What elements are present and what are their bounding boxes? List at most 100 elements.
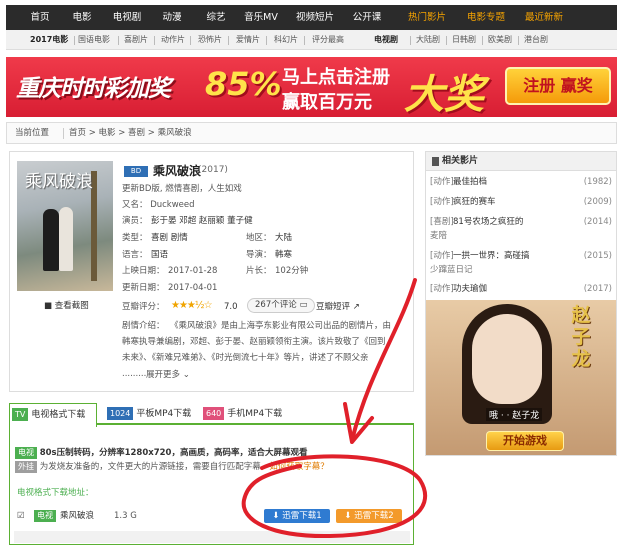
nav-item-home[interactable]: 首页 [18, 5, 62, 30]
length-label: 片长： [246, 266, 272, 276]
banner-line2: 马上点击注册 [282, 67, 390, 88]
nav-item-recent[interactable]: 最近新新 [518, 5, 570, 30]
subnav-mandarin[interactable]: 国语电影 [78, 30, 110, 50]
subnav-tv[interactable]: 电视剧 [374, 30, 398, 50]
nav-item-tv[interactable]: 电视剧 [105, 5, 149, 30]
actors-label: 演员： [122, 216, 148, 226]
rating-stars-icon: ★★★½☆ [171, 300, 213, 311]
camera-icon: ■ [44, 301, 53, 311]
next-download-row [14, 531, 410, 543]
subnav-mainland[interactable]: 大陆剧 [416, 30, 440, 50]
nav-item-variety[interactable]: 综艺 [196, 5, 236, 30]
related-movies-sidebar: 相关影片 [动作] 最佳拍档 (1982) [动作] 疯狂的赛车 (2009) [喜剧]… [425, 151, 617, 456]
director-value[interactable]: 韩寒 [275, 249, 292, 261]
subnav-horror[interactable]: 恐怖片 [198, 30, 222, 50]
quality-badge: BD [124, 166, 148, 177]
type-label: 类型： [122, 233, 148, 243]
tab-tablet-mp4[interactable]: 1024 平板MP4下载 [105, 403, 197, 425]
subnav-romance[interactable]: 爱情片 [236, 30, 260, 50]
related-movies-title: 相关影片 [426, 152, 616, 171]
movie-title: 乘风破浪 [153, 164, 202, 178]
row-checkbox[interactable]: ☑ [17, 510, 25, 522]
tab-tv-format[interactable]: TV 电视格式下载 [9, 403, 97, 427]
view-screenshots-link[interactable]: ■ 查看截图 [44, 299, 89, 311]
breadcrumb-path[interactable]: 首页 > 电影 > 喜剧 > 乘风破浪 [69, 123, 192, 143]
nav-item-shorts[interactable]: 视频短片 [289, 5, 341, 30]
region-value[interactable]: 大陆 [275, 232, 292, 244]
poster-title: 乘风破浪 [25, 172, 93, 192]
thunder-download-2-button[interactable]: ⬇ 迅雷下载2 [336, 509, 402, 523]
subnav-jpkr[interactable]: 日韩剧 [452, 30, 476, 50]
chevron-down-icon: ⌄ [182, 370, 190, 380]
subnav-action[interactable]: 动作片 [161, 30, 185, 50]
row-filename[interactable]: 乘风破浪 [60, 510, 94, 522]
banner-ad[interactable]: 重庆时时彩加奖 85% 马上点击注册 赢取百万元 大奖 注册 赢奖 [6, 57, 617, 117]
banner-register-button[interactable]: 注册 赢奖 [505, 67, 611, 105]
type-value[interactable]: 喜剧 剧情 [151, 232, 188, 244]
row-badge: 电视 [34, 510, 56, 522]
ad-caption: 哦 · · 赵子龙 [486, 408, 543, 421]
banner-headline: 重庆时时彩加奖 [16, 76, 171, 102]
download-section-title: 电视格式下载地址： [17, 488, 94, 498]
download-arrow-icon: ⬇ [344, 511, 352, 521]
banner-percent: 85% [205, 65, 282, 103]
synopsis-line-1: 《乘风破浪》是由上海亭东影业有限公司出品的剧情片，由 [170, 321, 392, 331]
subnav-top-rated[interactable]: 评分最高 [312, 30, 344, 50]
row-filesize: 1.3 G [114, 511, 137, 521]
download-arrow-icon: ⬇ [272, 511, 280, 521]
external-link-icon: ↗ [352, 302, 360, 312]
nav-item-hot-films[interactable]: 热门影片 [402, 5, 452, 30]
nav-item-movies[interactable]: 电影 [62, 5, 102, 30]
download-panel: 电视 80s压制转码，分辨率1280x720，高画质，高码率，适合大屏幕观看 外… [9, 425, 414, 545]
subnav-hktw[interactable]: 港台剧 [524, 30, 548, 50]
ad-game-name: 赵子龙 [571, 304, 591, 370]
release-label: 上映日期： [122, 266, 165, 276]
movie-info-panel: 乘风破浪 ■ 查看截图 BD 乘风破浪 (2017) 更新BD版, 燃情喜剧，人… [9, 151, 414, 392]
nav-item-mv[interactable]: 音乐MV [236, 5, 286, 30]
alias: 又名： Duckweed [122, 200, 195, 210]
movie-poster[interactable]: 乘风破浪 [17, 161, 113, 291]
tab-phone-mp4[interactable]: 640 手机MP4下载 [201, 403, 293, 425]
sub-nav: 2017电影 国语电影 喜剧片 动作片 恐怖片 爱情片 科幻片 评分最高 电视剧… [6, 30, 617, 50]
subnav-2017[interactable]: 2017电影 [30, 30, 68, 50]
breadcrumb: 当前位置 首页 > 电影 > 喜剧 > 乘风破浪 [6, 122, 617, 144]
nav-item-topics[interactable]: 电影专题 [460, 5, 512, 30]
banner-line3: 赢取百万元 [282, 92, 372, 113]
length-value: 102分钟 [275, 266, 309, 276]
region-label: 地区： [246, 233, 272, 243]
subnav-scifi[interactable]: 科幻片 [274, 30, 298, 50]
synopsis-ellipsis: ......... [122, 369, 147, 379]
top-nav: 首页 电影 电视剧 动漫 综艺 音乐MV 视频短片 公开课 热门影片 电影专题 … [6, 5, 617, 30]
synopsis-line-2: 韩寒执导兼编剧，邓超、彭于晏、赵丽颖领衔主演。该片致敬了《回到 [122, 337, 386, 347]
start-game-button[interactable]: 开始游戏 [486, 431, 564, 451]
game-ad[interactable]: 赵子龙 哦 · · 赵子龙 开始游戏 [426, 300, 616, 455]
banner-big-prize: 大奖 [404, 72, 484, 117]
synopsis-label: 剧情介绍： [122, 321, 165, 331]
douban-review-link[interactable]: 豆瓣短评 ↗ [316, 301, 360, 313]
release-value: 2017-01-28 [168, 266, 218, 276]
comment-icon: ▭ [299, 300, 308, 310]
rating-value: 7.0 [224, 302, 238, 312]
language-value: 国语 [151, 250, 169, 260]
expand-more-link[interactable]: 展开更多 ⌄ [146, 368, 190, 380]
director-label: 导演： [246, 250, 272, 260]
movie-year: (2017) [198, 165, 228, 175]
tv-quality-note: 电视 80s压制转码，分辨率1280x720，高画质，高码率，适合大屏幕观看 [15, 447, 307, 459]
update-note: 更新BD版, 燃情喜剧，人生如戏 [122, 184, 242, 194]
rating-label: 豆瓣评分： [122, 302, 165, 312]
subnav-western[interactable]: 欧美剧 [488, 30, 512, 50]
comments-button[interactable]: 267个评论 ▭ [247, 298, 316, 313]
download-tabs: TV 电视格式下载 1024 平板MP4下载 640 手机MP4下载 [9, 403, 414, 427]
actors-value[interactable]: 彭于晏 邓超 赵丽颖 董子健 [151, 215, 253, 227]
thunder-download-1-button[interactable]: ⬇ 迅雷下载1 [264, 509, 330, 523]
nav-item-anime[interactable]: 动漫 [152, 5, 192, 30]
updated-value: 2017-04-01 [168, 283, 218, 293]
language-label: 语言： [122, 250, 148, 260]
breadcrumb-label: 当前位置 [15, 128, 50, 138]
subnav-comedy[interactable]: 喜剧片 [124, 30, 148, 50]
nav-item-courses[interactable]: 公开课 [344, 5, 390, 30]
synopsis-line-3: 未来》、《新难兄难弟》、《时光倒流七十年》等片，讲述了不顾父亲 [122, 353, 369, 363]
external-subs-note: 外挂 为发烧友准备的，文件更大的片源链接，需要自行匹配字幕，如何获取字幕？ [15, 461, 329, 473]
how-to-get-subs-link[interactable]: 如何获取字幕？ [269, 462, 329, 472]
updated-label: 更新日期： [122, 283, 165, 293]
